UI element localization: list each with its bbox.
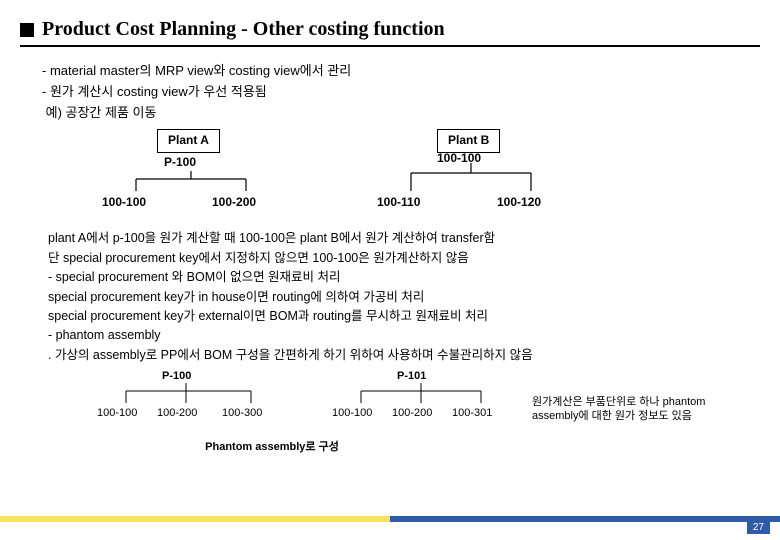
- node2-b2: 100-200: [392, 405, 432, 423]
- node-100-120: 100-120: [497, 193, 541, 212]
- diagram-plants: Plant A Plant B P-100 100-100 100-100 10…: [42, 129, 760, 219]
- explanation-paragraph: plant A에서 p-100을 원가 계산할 때 100-100은 plant…: [42, 229, 760, 365]
- para-line: . 가상의 assembly로 PP에서 BOM 구성을 간편하게 하기 위하여…: [48, 346, 760, 365]
- note-line-1: 원가계산은 부품단위로 하나 phantom: [532, 395, 722, 409]
- bullet-line: - 원가 계산시 costing view가 우선 적용됨: [42, 82, 760, 103]
- title-bullet-icon: [20, 23, 34, 37]
- note-line-2: assembly에 대한 원가 정보도 있음: [532, 409, 722, 423]
- para-line: - special procurement 와 BOM이 없으면 원재료비 처리: [48, 268, 760, 287]
- footer-bar: [0, 516, 780, 522]
- node-100-100-b-root: 100-100: [437, 149, 481, 168]
- node-p100: P-100: [164, 153, 196, 172]
- bullet-line: - material master의 MRP view와 costing vie…: [42, 61, 760, 82]
- para-line: 단 special procurement key에서 지정하지 않으면 100…: [48, 249, 760, 268]
- node-100-100-a: 100-100: [102, 193, 146, 212]
- diagram-phantom: P-100 P-101 100-100 100-200 100-300 100-…: [42, 367, 760, 437]
- node-100-110: 100-110: [377, 193, 420, 212]
- node2-p101: P-101: [397, 368, 426, 386]
- slide-title: Product Cost Planning - Other costing fu…: [42, 18, 445, 41]
- phantom-footer-label: Phantom assembly로 구성: [42, 439, 502, 457]
- para-line: plant A에서 p-100을 원가 계산할 때 100-100은 plant…: [48, 229, 760, 248]
- node2-b1: 100-100: [332, 405, 372, 423]
- page-number: 27: [747, 521, 770, 534]
- node-100-200: 100-200: [212, 193, 256, 212]
- para-line: special procurement key가 external이면 BOM과…: [48, 307, 760, 326]
- phantom-note: 원가계산은 부품단위로 하나 phantom assembly에 대한 원가 정…: [532, 395, 722, 424]
- para-line: - phantom assembly: [48, 326, 760, 345]
- bullet-line: 예) 공장간 제품 이동: [42, 103, 760, 124]
- node2-a3: 100-300: [222, 405, 262, 423]
- plant-a-label: Plant A: [157, 129, 220, 152]
- slide-title-row: Product Cost Planning - Other costing fu…: [20, 18, 760, 47]
- node2-p100: P-100: [162, 368, 191, 386]
- para-line: special procurement key가 in house이면 rout…: [48, 288, 760, 307]
- node2-a1: 100-100: [97, 405, 137, 423]
- node2-a2: 100-200: [157, 405, 197, 423]
- node2-b3: 100-301: [452, 405, 492, 423]
